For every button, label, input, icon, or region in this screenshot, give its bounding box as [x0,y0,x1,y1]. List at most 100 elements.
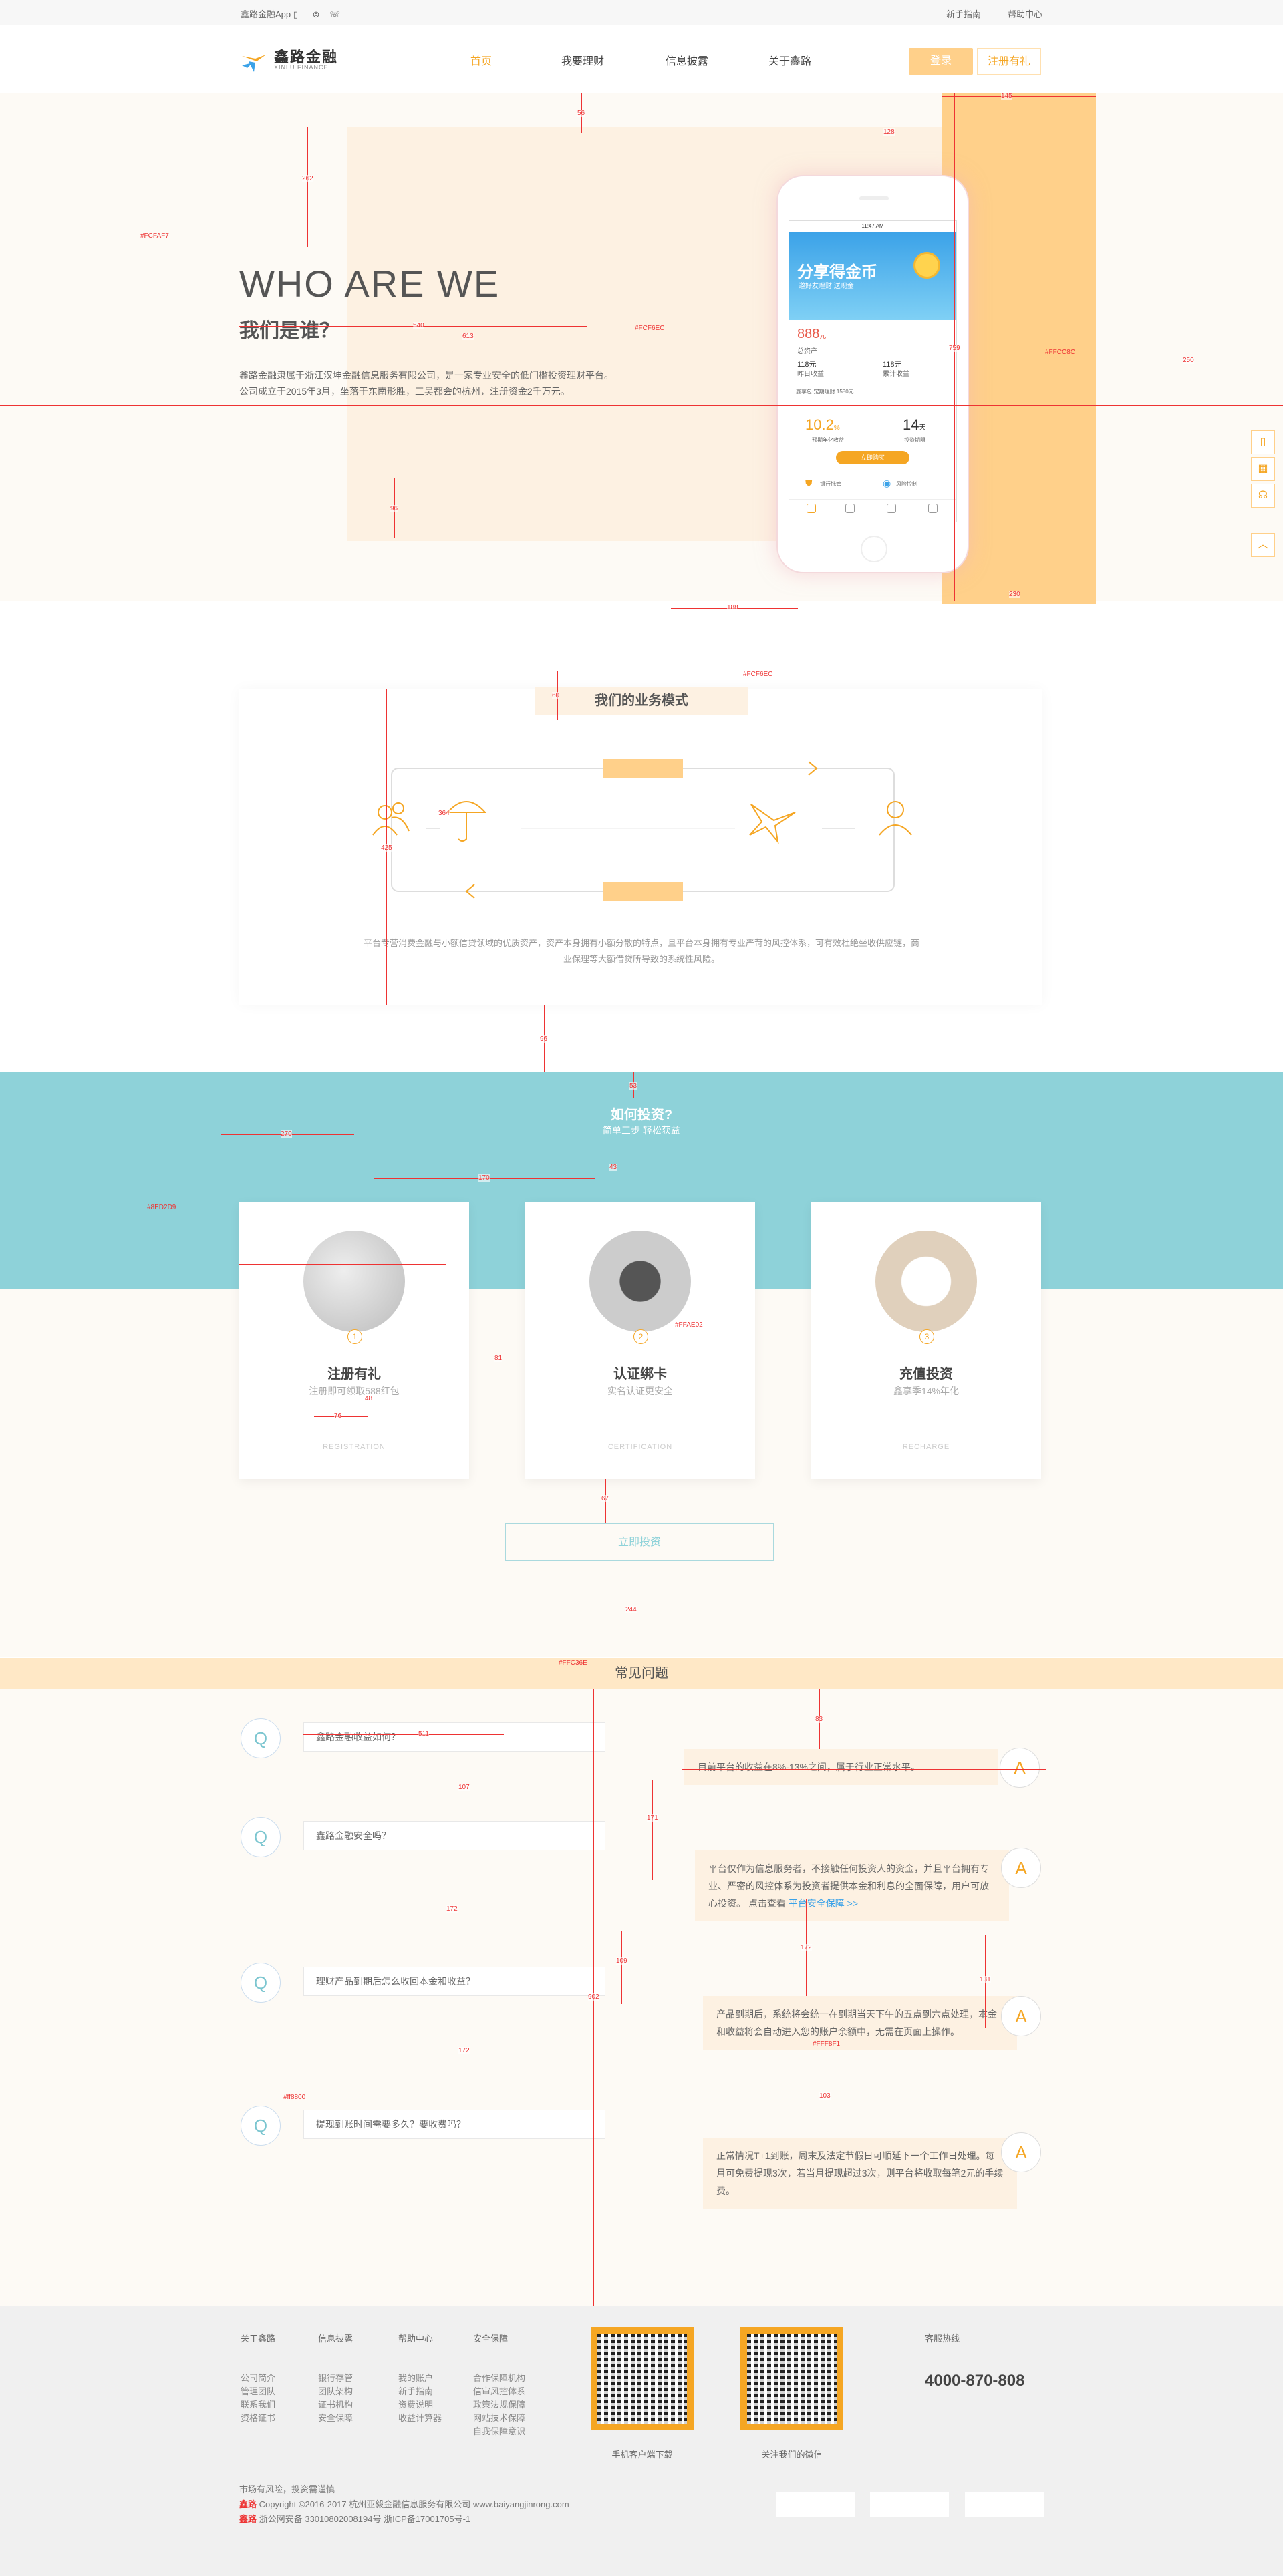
login-button[interactable]: 登录 [909,48,973,75]
footer-link[interactable]: 资格证书 [241,2412,275,2425]
step-en: CERTIFICATION [607,1443,673,1451]
calculator-icon[interactable]: ▦ [1251,457,1275,481]
redline-label: 103 [819,2092,831,2100]
app-download-link[interactable]: 鑫路金融App ▯ ⊚ ☏ [241,7,340,20]
redline-label: 270 [281,1130,292,1138]
coin-icon [913,252,940,279]
tab-invest-icon[interactable] [845,504,855,513]
footer-link[interactable]: 联系我们 [241,2398,275,2412]
partner-badge[interactable] [870,2492,949,2517]
tab-me-icon[interactable] [928,504,938,513]
answer-badge: A [1001,1848,1041,1888]
hero-description: 鑫路金融隶属于浙江汉坤金融信息服务有限公司，是一家专业安全的低门槛投资理财平台。… [239,370,613,397]
tab-home-icon[interactable] [807,504,816,513]
hero-title-cn: 我们是谁？ [239,320,339,342]
redline-label: 613 [462,333,474,340]
question-badge: Q [241,1817,281,1857]
redline-label: 60 [552,692,560,699]
faq-section [0,1689,1283,2306]
answer-badge: A [1001,1996,1041,2036]
step-number: 3 [919,1329,934,1344]
invest-now-button[interactable]: 立即投资 [505,1523,774,1561]
redline-label: 759 [949,345,960,352]
redline-label: 170 [478,1174,490,1182]
guide-link[interactable]: 新手指南 [946,9,981,19]
footer-link[interactable]: 安全保障 [318,2412,353,2425]
step-image-chart [875,1231,977,1332]
buy-button[interactable]: 立即购买 [836,451,909,464]
faq-question[interactable]: 鑫路金融安全吗？ [303,1821,605,1850]
partner-badge[interactable] [776,2492,855,2517]
faq-question[interactable]: 鑫路金融收益如何？ [303,1722,605,1752]
phone-screen: 11:47 AM 分享得金币 邀好友理财 送现金 888元 总资产 118元 昨… [789,220,957,522]
footer-link[interactable]: 政策法规保障 [473,2398,525,2412]
tab-discover-icon[interactable] [887,504,896,513]
invest-title: 如何投资? [610,1108,673,1122]
redline-label: 172 [801,1944,812,1951]
weibo-icon[interactable]: ⊚ [313,9,320,19]
nav-disclosure[interactable]: 信息披露 [666,52,708,68]
footer-link[interactable]: 新手指南 [398,2385,442,2398]
step-card-recharge[interactable]: 3 充值投资 鑫享季14%年化 RECHARGE [811,1202,1041,1479]
footer-col-title: 安全保障 [473,2333,509,2344]
banner-subtitle: 邀好友理财 送现金 [799,283,854,290]
footer-link[interactable]: 银行存管 [318,2372,353,2385]
stat-total-label: 累计收益 [883,371,909,378]
copyright: 鑫路 Copyright ©2016-2017 杭州亚毅金融信息服务有限公司 w… [239,2499,569,2509]
faq-question[interactable]: 理财产品到期后怎么收回本金和收益？ [303,1967,605,1996]
faq-question[interactable]: 提现到账时间需要多久？要收费吗？ [303,2110,605,2139]
step-image-card [589,1231,691,1332]
footer-col-title: 信息披露 [318,2333,353,2344]
logo[interactable]: 鑫路金融 XINLU FINANCE [239,43,346,77]
footer-link[interactable]: 证书机构 [318,2398,353,2412]
faq-answer: 平台仅作为信息服务者，不接触任何投资人的资金，并且平台拥有专业、严密的风控体系为… [695,1850,1009,1921]
footer-link[interactable]: 合作保障机构 [473,2372,525,2385]
redline [682,1769,1046,1770]
redline [303,1734,504,1735]
step-card-certify[interactable]: 2 认证绑卡 实名认证更安全 CERTIFICATION [525,1202,755,1479]
status-bar: 11:47 AM [789,221,956,232]
redline-label: 244 [625,1606,637,1613]
nav-invest[interactable]: 我要理财 [561,52,604,68]
back-to-top-icon[interactable]: ︿ [1251,533,1275,557]
register-button[interactable]: 注册有礼 [977,48,1041,75]
footer-link[interactable]: 我的账户 [398,2372,442,2385]
app-sidebar-icon[interactable]: ▯ [1251,430,1275,454]
banner-title: 分享得金币 [797,263,877,281]
risk-notice: 市场有风险，投资需谨慎 [239,2484,335,2494]
service-icon[interactable]: ☊ [1251,484,1275,508]
speaker-icon [859,196,889,200]
nav-about[interactable]: 关于鑫路 [768,52,811,68]
footer-link[interactable]: 网站技术保障 [473,2412,525,2425]
step-card-register[interactable]: 1 注册有礼 注册即可领取588红包 REGISTRATION [239,1202,469,1479]
redline [0,405,1283,406]
footer-link[interactable]: 收益计算器 [398,2412,442,2425]
color-annotation: #FFCC8C [1045,349,1076,356]
app-label: 鑫路金融App [241,9,291,19]
nav-home[interactable]: 首页 [470,52,492,68]
step-title: 认证绑卡 [613,1367,667,1382]
wechat-icon[interactable]: ☏ [329,9,340,19]
app-qr-code [591,2327,694,2430]
feature-label: 银行托管 [820,481,841,487]
footer-link[interactable]: 信审风控体系 [473,2385,525,2398]
partner-badge[interactable] [965,2492,1044,2517]
security-link[interactable]: 平台安全保障 >> [789,1898,858,1909]
footer-col: 公司简介 管理团队 联系我们 资格证书 [241,2372,275,2425]
redline-label: 262 [302,175,313,182]
step-subtitle: 鑫享季14%年化 [893,1386,960,1396]
redline-label: 250 [1183,357,1194,364]
business-description: 平台专营消费金融与小额信贷领域的优质资产，资产本身拥有小额分散的特点，且平台本身… [363,938,919,964]
help-link[interactable]: 帮助中心 [1008,9,1042,19]
footer-link[interactable]: 管理团队 [241,2385,275,2398]
footer-link[interactable]: 资费说明 [398,2398,442,2412]
redline-label: 81 [494,1355,503,1362]
footer-link[interactable]: 自我保障意识 [473,2425,525,2438]
footer-link[interactable]: 公司简介 [241,2372,275,2385]
redline-label: 511 [418,1730,429,1738]
service-label: 客服热线 [925,2333,960,2344]
redline-label: 425 [381,844,392,852]
footer-link[interactable]: 团队架构 [318,2385,353,2398]
step-subtitle: 注册即可领取588红包 [309,1386,400,1396]
color-annotation: #FFAE02 [675,1321,703,1329]
